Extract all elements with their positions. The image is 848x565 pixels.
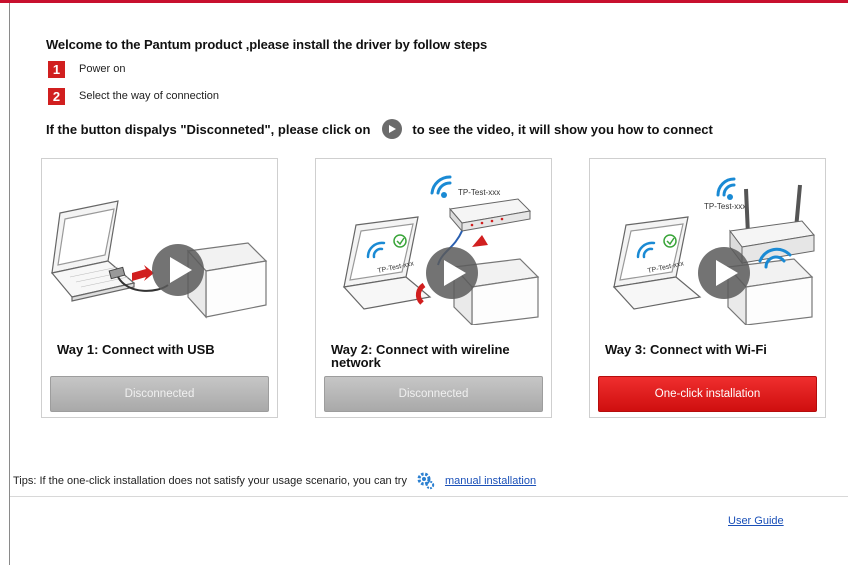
step-2: 2 Select the way of connection	[48, 87, 219, 105]
step-label: Power on	[79, 63, 126, 75]
router-ssid-label: TP-Test-xxx	[704, 202, 746, 211]
welcome-heading: Welcome to the Pantum product ,please in…	[46, 37, 488, 52]
left-border	[9, 3, 10, 565]
wifi-connection-illustration: TP-Test-xxx TP-Test-xxx	[612, 177, 815, 325]
usb-connection-illustration	[50, 200, 268, 319]
way-2-title: Way 2: Connect with wireline network	[331, 342, 510, 370]
user-guide-link[interactable]: User Guide	[728, 515, 784, 527]
way-1-title: Way 1: Connect with USB	[57, 342, 215, 357]
play-icon	[382, 119, 403, 139]
hint-text-after: to see the video, it will show you how t…	[412, 121, 713, 137]
way-2-card: TP-Test-xxx TP-Test-xxx Way 2: Connect w…	[315, 158, 552, 418]
way-3-card: TP-Test-xxx TP-Test-xxx Way 3: Connect w…	[589, 158, 826, 418]
manual-installation-link[interactable]: manual installation	[445, 475, 536, 487]
one-click-install-button[interactable]: One-click installation	[598, 376, 817, 412]
way-2-status-button[interactable]: Disconnected	[324, 376, 543, 412]
tips-line: Tips: If the one-click installation does…	[13, 472, 536, 490]
hint-text-before: If the button dispalys "Disconneted", pl…	[46, 121, 371, 137]
video-hint: If the button dispalys "Disconneted", pl…	[46, 119, 713, 139]
step-label: Select the way of connection	[79, 90, 220, 102]
router-ssid-label: TP-Test-xxx	[458, 188, 500, 197]
step-number: 2	[48, 87, 65, 105]
step-number: 1	[48, 60, 65, 78]
way-1-card: Way 1: Connect with USB Disconnected	[41, 158, 278, 418]
gear-icon	[417, 472, 435, 490]
tips-text: Tips: If the one-click installation does…	[13, 475, 407, 487]
way-1-status-button[interactable]: Disconnected	[50, 376, 269, 412]
step-1: 1 Power on	[48, 60, 125, 78]
wireline-connection-illustration: TP-Test-xxx TP-Test-xxx	[342, 175, 540, 325]
top-accent-bar	[0, 0, 848, 3]
way-3-title: Way 3: Connect with Wi-Fi	[605, 342, 767, 357]
footer-divider	[10, 496, 848, 497]
